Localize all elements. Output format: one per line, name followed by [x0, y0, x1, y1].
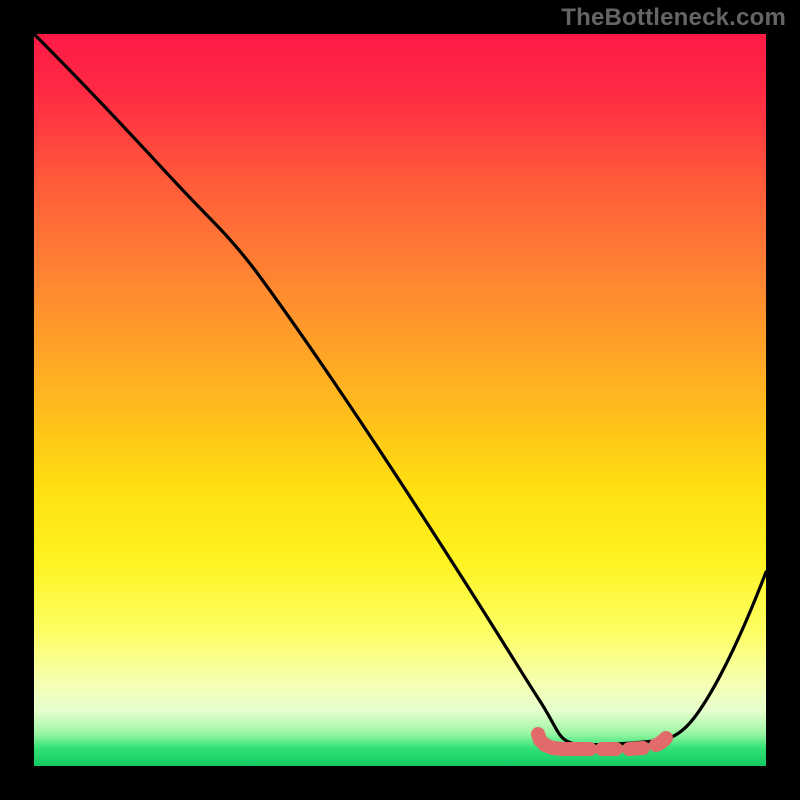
chart-svg [0, 0, 800, 800]
gradient-background [34, 34, 766, 766]
watermark-text: TheBottleneck.com [561, 4, 786, 32]
chart-frame: { "watermark": "TheBottleneck.com", "plo… [0, 0, 800, 800]
